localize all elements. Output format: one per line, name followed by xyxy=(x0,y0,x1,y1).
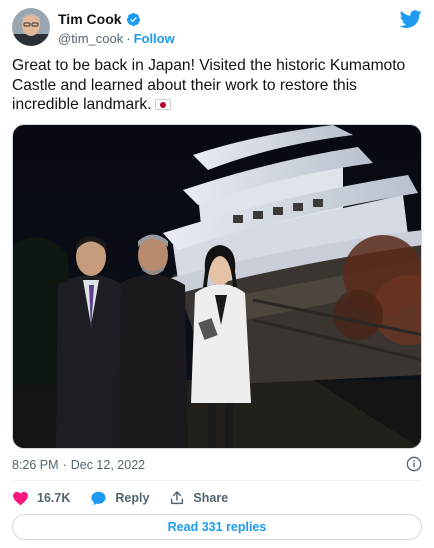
twitter-bird-icon[interactable] xyxy=(399,8,422,30)
heart-icon xyxy=(13,491,28,505)
likes-count: 16.7K xyxy=(37,491,71,505)
reply-bubble-icon xyxy=(91,491,106,505)
author-block: Tim Cook @tim_cook · Follow xyxy=(58,11,175,47)
author-display-name[interactable]: Tim Cook xyxy=(58,11,122,27)
tweet-time: 8:26 PM xyxy=(12,458,59,472)
tweet-timestamp[interactable]: 8:26 PM · Dec 12, 2022 xyxy=(12,458,145,472)
action-bar: 16.7K Reply Share xyxy=(12,488,248,508)
tweet-text: Great to be back in Japan! Visited the h… xyxy=(12,56,412,115)
tweet-date: Dec 12, 2022 xyxy=(70,458,146,472)
tweet-photo[interactable] xyxy=(12,124,422,449)
share-icon xyxy=(171,491,184,505)
share-label: Share xyxy=(193,491,229,505)
follow-link[interactable]: Follow xyxy=(134,31,175,46)
verified-badge-icon xyxy=(126,12,141,27)
like-button[interactable]: 16.7K xyxy=(12,490,70,507)
share-button[interactable]: Share xyxy=(169,490,228,506)
reply-label: Reply xyxy=(115,491,150,505)
info-icon[interactable] xyxy=(406,456,422,472)
reply-button[interactable]: Reply xyxy=(90,490,149,507)
read-replies-button[interactable]: Read 331 replies xyxy=(12,514,422,540)
avatar[interactable] xyxy=(12,8,50,46)
author-handle[interactable]: @tim_cook xyxy=(58,31,123,46)
tweet-text-body: Great to be back in Japan! Visited the h… xyxy=(12,57,406,113)
tweet-embed-card: Tim Cook @tim_cook · Follow Great to be … xyxy=(0,0,434,548)
timestamp-separator: · xyxy=(62,458,67,472)
handle-separator: · xyxy=(126,30,131,46)
divider xyxy=(12,480,422,481)
japan-flag-icon xyxy=(154,99,171,110)
